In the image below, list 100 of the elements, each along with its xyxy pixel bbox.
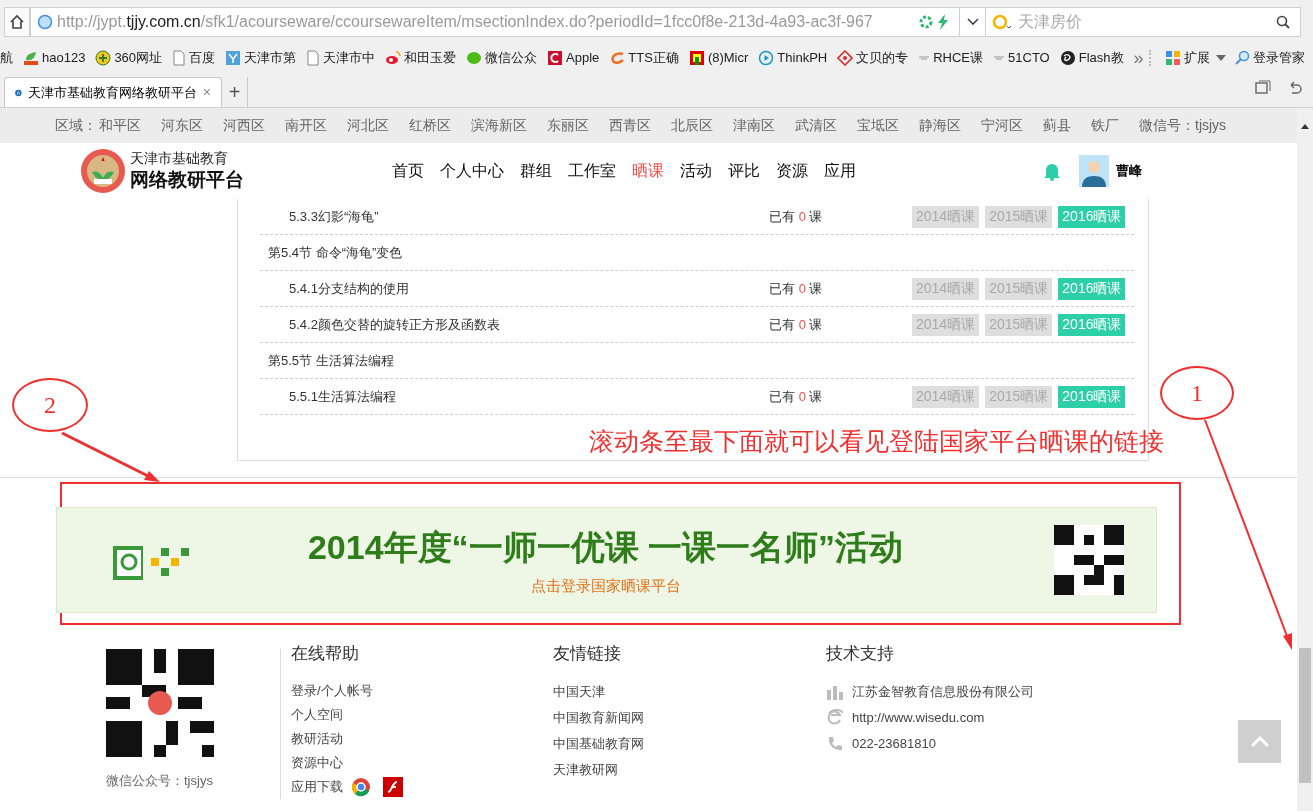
dropdown-button[interactable]	[960, 7, 986, 37]
footer-link[interactable]: 登录/个人帐号	[291, 680, 373, 701]
district-link[interactable]: 河东区	[161, 115, 203, 136]
bookmark[interactable]: ThinkPH	[758, 48, 828, 68]
footer-link[interactable]: 中国教育新闻网	[553, 707, 644, 728]
logo-subtitle: 天津市基础教育	[130, 150, 229, 168]
footer-link[interactable]: 022-23681810	[852, 733, 936, 754]
bookmark[interactable]: 天津市中	[306, 48, 376, 68]
nav-link[interactable]: 个人中心	[440, 159, 504, 183]
nav-link[interactable]: 活动	[680, 159, 712, 183]
address-field[interactable]: http://jypt.tjjy.com.cn/sfk1/acourseware/ccoursewareItem/msectionIndex.do?periodId=1fcc0f8e-213d-4a93-ac3f-967	[30, 7, 960, 37]
building-icon	[826, 683, 844, 700]
extensions-button[interactable]: 扩展	[1165, 48, 1210, 68]
district-link[interactable]: 静海区	[919, 115, 961, 136]
footer-link[interactable]: 江苏金智教育信息股份有限公司	[852, 681, 1034, 702]
lesson-title[interactable]: 5.4.1分支结构的使用	[260, 278, 769, 299]
activity-banner[interactable]: 2014年度“一师一优课 一课一名师”活动 点击登录国家晒课平台	[56, 507, 1157, 613]
bookmark[interactable]: 航	[0, 48, 13, 68]
district-link[interactable]: 津南区	[733, 115, 775, 136]
page-icon	[306, 50, 321, 66]
district-link[interactable]: 河西区	[223, 115, 265, 136]
nav-link[interactable]: 首页	[392, 159, 424, 183]
more-bookmarks-button[interactable]: »	[1133, 49, 1144, 67]
district-link[interactable]: 宁河区	[981, 115, 1023, 136]
avatar-icon[interactable]	[1079, 155, 1109, 187]
browser-tab[interactable]: 天津市基础教育网络教研平台 ×	[4, 77, 222, 107]
loading-icon	[919, 15, 933, 29]
banner-subtitle: 点击登录国家晒课平台	[530, 576, 681, 597]
bookmark[interactable]: 文贝的专	[837, 48, 909, 68]
qr-caption: 微信公众号：tjsjys	[106, 772, 213, 790]
swoosh-icon	[609, 50, 626, 66]
footer-link[interactable]: http://www.wisedu.com	[852, 707, 985, 728]
scrollbar-thumb[interactable]	[1299, 648, 1311, 783]
footer-link[interactable]: 中国天津	[553, 681, 605, 702]
close-icon[interactable]: ×	[202, 82, 211, 103]
chevron-up-icon	[1249, 735, 1270, 748]
lesson-title[interactable]: 5.3.3幻影“海龟”	[260, 206, 769, 227]
undo-icon[interactable]	[1287, 80, 1303, 96]
district-link[interactable]: 南开区	[285, 115, 327, 136]
bookmark[interactable]: Flash教	[1059, 48, 1124, 68]
nav-link[interactable]: 资源	[776, 159, 808, 183]
footer-link[interactable]: 天津教研网	[553, 759, 618, 780]
bookmark[interactable]: TTS正确	[609, 48, 679, 68]
lesson-title[interactable]: 5.5.1生活算法编程	[260, 386, 769, 407]
footer-link[interactable]: 中国基础教育网	[553, 733, 644, 754]
nav-link[interactable]: 应用	[824, 159, 856, 183]
bookmark[interactable]: 360网址	[95, 48, 163, 68]
section-title: 第5.5节 生活算法编程	[267, 351, 394, 370]
district-link[interactable]: 西青区	[609, 115, 651, 136]
plus-circle-icon	[95, 50, 112, 66]
district-link[interactable]: 滨海新区	[471, 115, 527, 136]
footer-link[interactable]: 教研活动	[291, 729, 343, 749]
user-name[interactable]: 曹峰	[1116, 161, 1142, 181]
caret-icon[interactable]	[1216, 55, 1226, 61]
nav-link[interactable]: 晒课	[632, 159, 664, 183]
banner-title: 2014年度“一师一优课 一课一名师”活动	[307, 527, 904, 569]
extensions-icon	[1165, 50, 1181, 66]
nav-link[interactable]: 工作室	[568, 159, 616, 183]
footer-link[interactable]: 个人空间	[291, 704, 343, 725]
letter-c-tile-icon	[547, 50, 564, 66]
district-link[interactable]: 河北区	[347, 115, 389, 136]
url-text: http://jypt.tjjy.com.cn/sfk1/acourseware/ccoursewareItem/msectionIndex.do?periodId=1fcc0f8e-213d-4a93-ac3f-967	[57, 12, 874, 32]
dash-icon	[993, 54, 1006, 62]
district-link[interactable]: 东丽区	[547, 115, 589, 136]
bookmark[interactable]: 天津市第	[225, 48, 297, 68]
home-button[interactable]	[4, 7, 30, 37]
bookmark[interactable]: 和田玉爱	[385, 48, 457, 68]
tabs-list-icon[interactable]	[1255, 80, 1271, 96]
bookmark[interactable]: 微信公众	[466, 48, 538, 68]
lesson-title[interactable]: 5.4.2颜色交替的旋转正方形及函数表	[260, 314, 769, 335]
district-link[interactable]: 北辰区	[671, 115, 713, 136]
bookmark[interactable]: RHCE课	[918, 48, 984, 68]
nav-link[interactable]: 评比	[728, 159, 760, 183]
bookmark[interactable]: (8)Micr	[688, 48, 749, 68]
district-link[interactable]: 宝坻区	[857, 115, 899, 136]
district-link[interactable]: 铁厂	[1091, 115, 1119, 136]
phone-icon	[826, 734, 844, 753]
flash-icon[interactable]	[383, 776, 403, 797]
region-label: 区域：	[55, 116, 97, 135]
wechat-id: 微信号：tjsjys	[1139, 116, 1227, 135]
eye-swirl-icon	[385, 50, 402, 66]
district-link[interactable]: 武清区	[795, 115, 837, 136]
browser-icon[interactable]	[351, 776, 371, 797]
bookmark[interactable]: hao123	[23, 48, 86, 68]
district-link[interactable]: 和平区	[99, 115, 141, 136]
district-link[interactable]: 蓟县	[1043, 115, 1071, 136]
footer-link[interactable]: 应用下载	[291, 777, 343, 797]
bookmark[interactable]: Apple	[547, 48, 600, 68]
footer-link[interactable]: 资源中心	[291, 753, 343, 773]
scrollbar[interactable]	[1297, 108, 1313, 811]
bookmark[interactable]: 51CTO	[993, 48, 1050, 68]
logo-emblem-icon	[80, 148, 126, 194]
lesson-count: 已有 0 课	[769, 279, 824, 298]
nav-link[interactable]: 群组	[520, 159, 552, 183]
bookmark[interactable]: 百度	[172, 48, 216, 68]
search-icon[interactable]	[1276, 15, 1290, 29]
lesson-count: 已有 0 课	[769, 207, 824, 226]
new-tab-button[interactable]: +	[222, 77, 248, 107]
login-manager-button[interactable]: 登录管家	[1234, 48, 1305, 68]
district-link[interactable]: 红桥区	[409, 115, 451, 136]
